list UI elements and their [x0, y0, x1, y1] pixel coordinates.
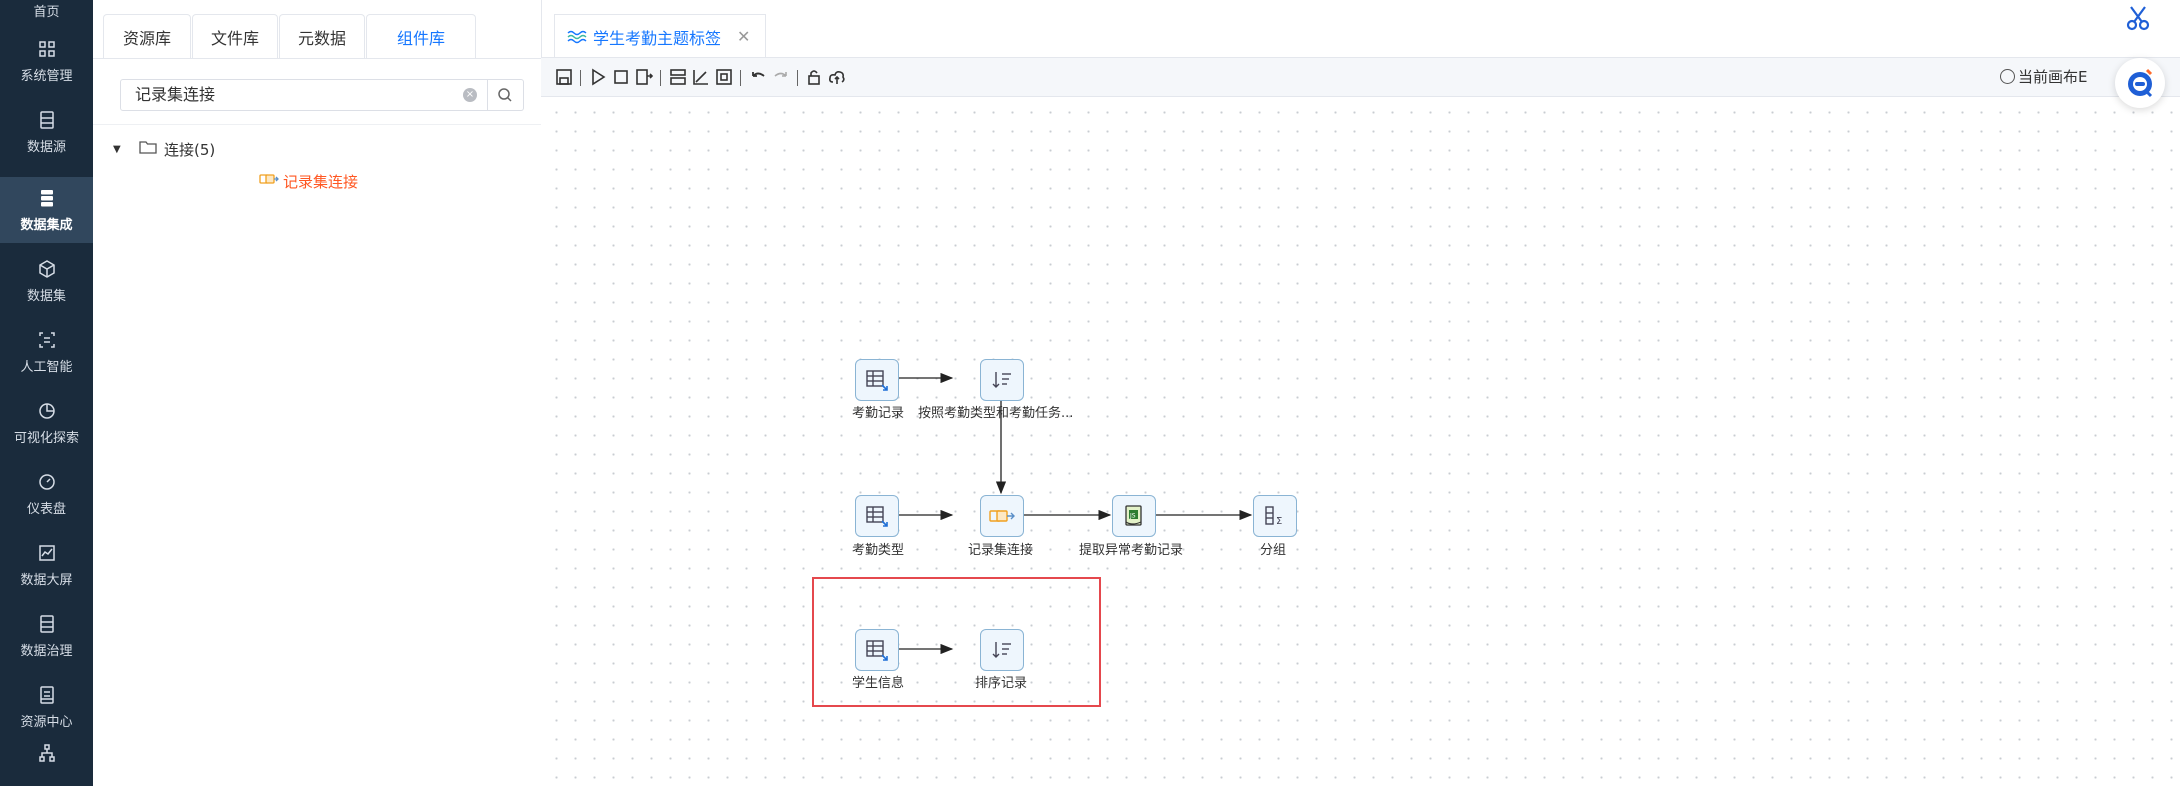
tab-canvas-label: 学生考勤主题标签 [593, 28, 722, 48]
nav-label: 数据集 [26, 288, 66, 304]
nav-item-system[interactable]: 系统管理 [0, 28, 93, 94]
grid-view-icon[interactable] [714, 67, 734, 87]
node-extract-abnormal[interactable]: JS [1112, 495, 1156, 537]
nav-label: 数据源 [26, 139, 66, 155]
log-icon[interactable] [634, 67, 654, 87]
check-circle-icon [2000, 69, 2015, 84]
play-icon[interactable] [588, 67, 608, 87]
folder-icon [139, 141, 157, 154]
line-chart-icon [38, 544, 55, 561]
connector-layer [877, 372, 1253, 655]
svg-text:Σ: Σ [1276, 516, 1282, 527]
tab-component-lib[interactable]: 组件库 [366, 14, 476, 59]
svg-text:JS: JS [1129, 513, 1136, 520]
node-label: 考勤记录 [852, 406, 905, 421]
list-box-icon [39, 614, 54, 633]
pie-chart-icon [38, 402, 55, 419]
nav-item-dataset[interactable]: 数据集 [0, 248, 93, 314]
node-label: 提取异常考勤记录 [1079, 543, 1184, 558]
nav-label: 资源中心 [20, 714, 73, 730]
nav-item-integration[interactable]: 数据集成 [0, 177, 93, 243]
tree-leaf-recordset-join[interactable]: 记录集连接 [283, 171, 358, 192]
save-icon[interactable] [554, 67, 574, 87]
table-input-icon [866, 370, 888, 391]
canvas-toolbar [541, 58, 2180, 97]
nav-label: 人工智能 [20, 359, 73, 375]
cube-icon [38, 259, 55, 278]
search-input[interactable]: 记录集连接 [120, 79, 488, 111]
toolbar-separator [580, 70, 581, 86]
layout-icon[interactable] [668, 67, 688, 87]
nav-label: 数据集成 [20, 217, 73, 233]
redo-icon[interactable] [771, 67, 791, 87]
canvas-status: 当前画布E [2018, 68, 2088, 86]
scissors-icon[interactable] [2118, 0, 2158, 36]
nav-item-visual-explore[interactable]: 可视化探索 [0, 390, 93, 456]
scan-icon [38, 331, 55, 348]
server-icon [40, 189, 53, 206]
node-label: 按照考勤类型和考勤任务... [918, 406, 1074, 421]
merge-join-icon [989, 510, 1015, 522]
node-sort-attendance[interactable] [980, 359, 1024, 401]
tab-file-lib[interactable]: 文件库 [192, 14, 278, 59]
node-group[interactable]: Σ [1253, 495, 1297, 537]
assistant-bot-icon[interactable] [2115, 58, 2165, 108]
flow-canvas[interactable]: 考勤记录 按照考勤类型和考勤任务... 考勤类型 记录集连接 JS 提取异常考勤… [541, 97, 2180, 786]
chart-axis-icon[interactable] [691, 67, 711, 87]
node-attendance-records[interactable] [855, 359, 899, 401]
close-icon[interactable]: ✕ [737, 27, 750, 46]
clear-icon[interactable]: × [463, 88, 477, 102]
tab-divider [93, 58, 541, 59]
side-navigation: 首页 系统管理 数据源 数据集成 数据集 人工智能 可视化探索 仪表盘 数据大屏… [0, 0, 93, 786]
component-panel: 资源库 文件库 元数据 组件库 记录集连接 × ▼ 连接(5) 记录集连接 [93, 0, 542, 786]
archive-icon [39, 685, 54, 704]
search-button[interactable] [487, 79, 524, 111]
group-sum-icon: Σ [1265, 506, 1282, 527]
nav-label: 数据治理 [20, 643, 73, 659]
nav-item-big-screen[interactable]: 数据大屏 [0, 532, 93, 598]
caret-down-icon[interactable]: ▼ [113, 144, 121, 155]
lock-icon[interactable] [804, 67, 824, 87]
nav-item-resource-center[interactable]: 资源中心 [0, 674, 93, 740]
org-tree-icon [38, 744, 55, 762]
search-icon [498, 88, 512, 102]
nav-item-datasource[interactable]: 数据源 [0, 99, 93, 165]
toolbar-separator [797, 70, 798, 86]
nav-label: 数据大屏 [20, 572, 73, 588]
tab-metadata[interactable]: 元数据 [279, 14, 365, 59]
stop-icon[interactable] [611, 67, 631, 87]
waves-icon [567, 30, 587, 43]
nav-item-dashboard[interactable]: 仪表盘 [0, 461, 93, 527]
toolbar-separator [660, 70, 661, 86]
gauge-icon [38, 473, 55, 490]
cloud-upload-icon[interactable] [827, 67, 847, 87]
node-label: 分组 [1260, 543, 1287, 558]
nav-item-governance[interactable]: 数据治理 [0, 603, 93, 669]
nav-label: 可视化探索 [13, 430, 79, 446]
merge-join-icon [259, 174, 279, 184]
node-label: 考勤类型 [852, 543, 905, 558]
grid-icon [38, 40, 55, 57]
selection-highlight-box [812, 577, 1101, 707]
node-label: 记录集连接 [968, 543, 1034, 558]
database-icon [39, 110, 54, 129]
divider [93, 124, 541, 125]
nav-label: 系统管理 [20, 68, 73, 84]
node-attendance-type[interactable] [855, 495, 899, 537]
nav-item-ai[interactable]: 人工智能 [0, 319, 93, 385]
toolbar-separator [740, 70, 741, 86]
tab-resource-lib[interactable]: 资源库 [103, 14, 191, 59]
tree-node-connect[interactable]: 连接(5) [164, 139, 215, 160]
table-input-icon [866, 506, 888, 527]
nav-item-org[interactable] [0, 735, 93, 786]
nav-label: 仪表盘 [26, 501, 66, 517]
nav-home[interactable]: 首页 [0, 0, 93, 26]
sort-icon [992, 372, 1011, 388]
node-recordset-join[interactable] [980, 495, 1024, 537]
undo-icon[interactable] [748, 67, 768, 87]
tab-canvas[interactable]: 学生考勤主题标签 ✕ [554, 14, 766, 58]
script-js-icon: JS [1125, 505, 1142, 526]
